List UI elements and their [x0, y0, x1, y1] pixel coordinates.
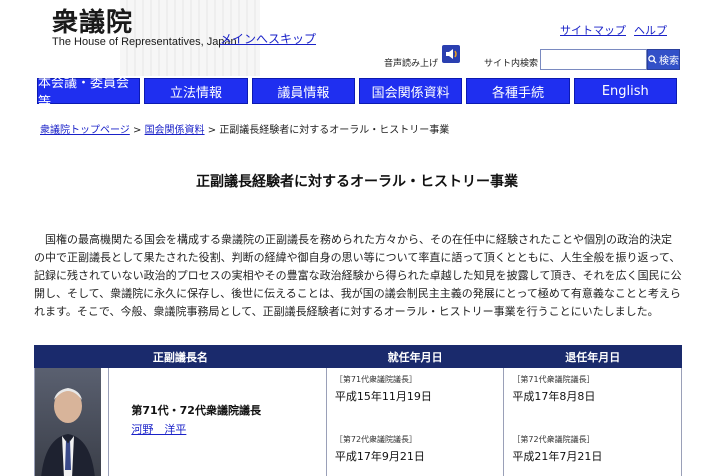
site-search-label: サイト内検索 [484, 59, 539, 69]
speaker-name-link[interactable]: 河野 洋平 [131, 421, 186, 437]
skip-to-main-link[interactable]: メインへスキップ [220, 30, 316, 47]
table-header-row: 正副議長名 就任年月日 退任年月日 [34, 345, 682, 368]
nav-legislation[interactable]: 立法情報 [144, 78, 248, 104]
nav-procedures[interactable]: 各種手続 [466, 78, 570, 104]
speaker-icon[interactable] [441, 44, 461, 64]
search-icon [648, 55, 657, 64]
name-cell: 第71代・72代衆議院議長 河野 洋平 [108, 367, 327, 476]
breadcrumb-current: 正副議長経験者に対するオーラル・ヒストリー事業 [219, 125, 450, 136]
main-nav: 本会議・委員会等 立法情報 議員情報 国会関係資料 各種手続 English [37, 76, 677, 110]
nav-plenary-committees[interactable]: 本会議・委員会等 [37, 76, 141, 110]
intro-paragraph: 国権の最高機関たる国会を構成する衆議院の正副議長を務められた方々から、その在任中… [34, 233, 682, 318]
start-date-cell: ［第71代衆議院議長］ 平成15年11月19日 ［第72代衆議院議長］ 平成17… [325, 367, 505, 476]
nav-diet-materials[interactable]: 国会関係資料 [358, 78, 463, 104]
end-date-cell: ［第71代衆議院議長］ 平成17年8月8日 ［第72代衆議院議長］ 平成21年7… [503, 367, 682, 476]
start-date: 平成17年9月21日 [334, 450, 425, 463]
portrait-cell [33, 367, 110, 476]
breadcrumb-separator: > [204, 125, 220, 136]
site-header: 衆議院 The House of Representatives, Japan … [0, 0, 714, 76]
col-header-name: 正副議長名 [34, 345, 327, 368]
nav-english[interactable]: English [573, 78, 677, 104]
search-input[interactable] [540, 49, 647, 70]
portrait-image [41, 388, 95, 476]
end-date: 平成21年7月21日 [512, 450, 603, 463]
table-row: 第71代・72代衆議院議長 河野 洋平 ［第71代衆議院議長］ 平成15年11月… [33, 367, 682, 476]
breadcrumb-home-link[interactable]: 衆議院トップページ [40, 125, 130, 136]
term-session-label: ［第72代衆議院議長］ [512, 435, 595, 444]
search-button-label: 検索 [659, 56, 679, 67]
sitemap-link[interactable]: サイトマップ [560, 22, 626, 38]
speaker-rank: 第71代・72代衆議院議長 [131, 404, 261, 417]
term-session-label: ［第72代衆議院議長］ [334, 435, 418, 444]
nav-members[interactable]: 議員情報 [251, 78, 355, 104]
breadcrumb-parent-link[interactable]: 国会関係資料 [145, 125, 205, 136]
portrait-photo [35, 368, 101, 476]
speakers-table: 正副議長名 就任年月日 退任年月日 第71代・72代衆議院議長 河野 洋平 ［第… [33, 345, 682, 476]
site-logo-english: The House of Representatives, Japan [52, 36, 237, 48]
end-date: 平成17年8月8日 [512, 390, 596, 403]
term-session-label: ［第71代衆議院議長］ [512, 375, 595, 384]
term-session-label: ［第71代衆議院議長］ [334, 375, 418, 384]
start-date: 平成15年11月19日 [334, 390, 432, 403]
page-title: 正副議長経験者に対するオーラル・ヒストリー事業 [196, 174, 518, 190]
search-button[interactable]: 検索 [647, 49, 680, 70]
text-to-speech-label: 音声読み上げ [384, 59, 439, 69]
help-link[interactable]: ヘルプ [634, 22, 667, 38]
col-header-start: 就任年月日 [325, 345, 505, 368]
breadcrumb: 衆議院トップページ > 国会関係資料 > 正副議長経験者に対するオーラル・ヒスト… [40, 121, 449, 136]
site-logo[interactable]: 衆議院 [52, 2, 133, 39]
breadcrumb-separator: > [129, 125, 145, 136]
col-header-end: 退任年月日 [503, 345, 682, 368]
